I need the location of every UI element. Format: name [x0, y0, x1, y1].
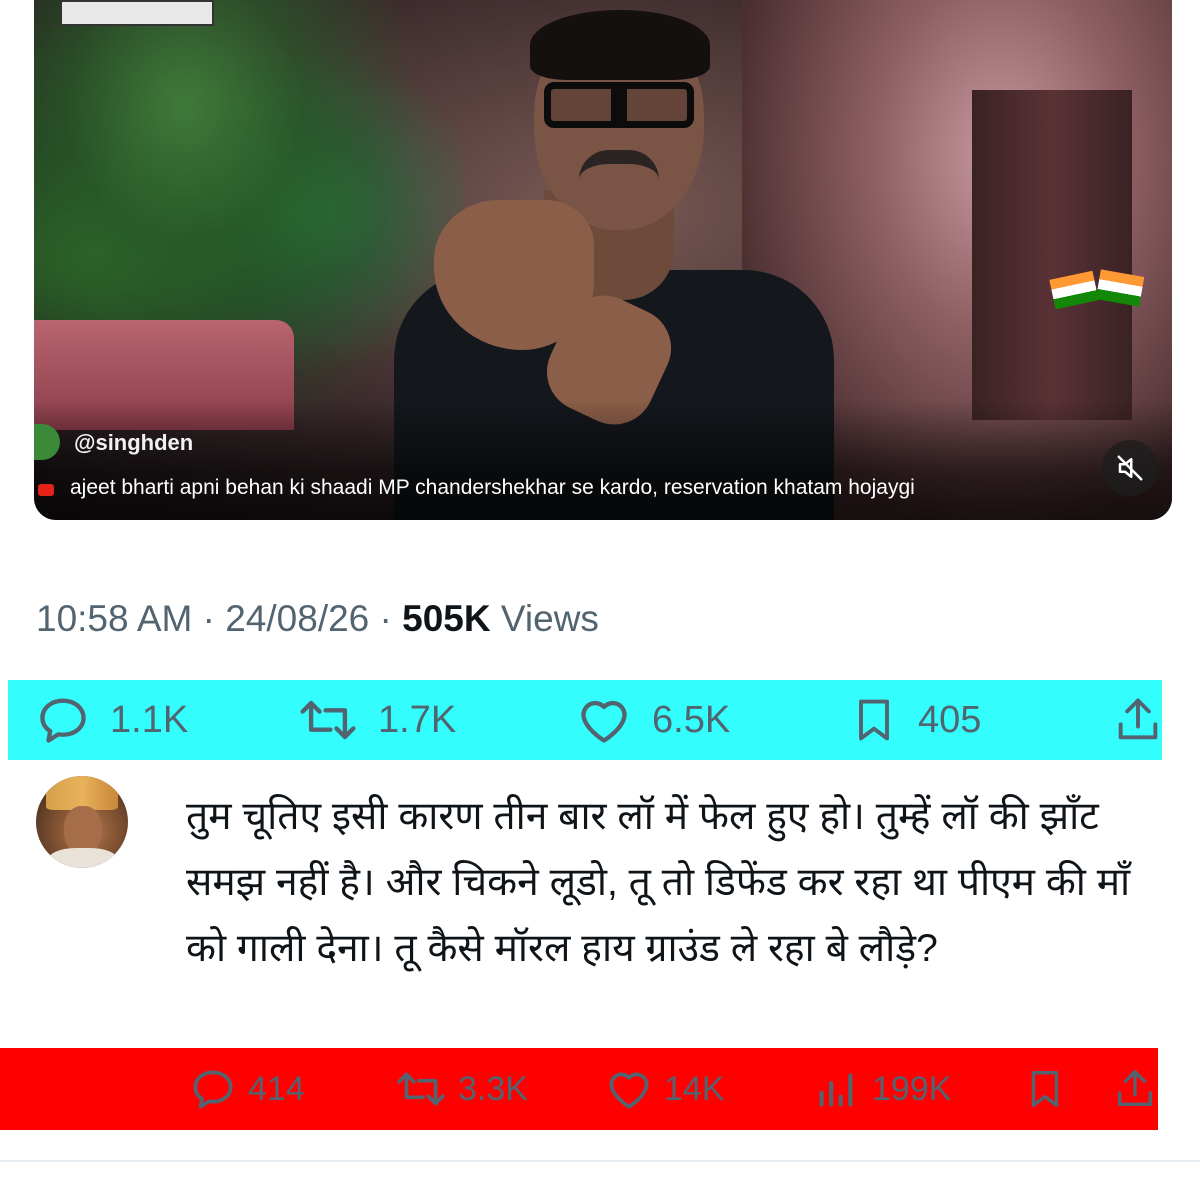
reply-button[interactable]: 1.1K — [34, 680, 188, 760]
tweet-timestamp-row: 10:58 AM · 24/08/26 · 505K Views — [36, 598, 599, 640]
views-count: 505K — [402, 598, 491, 639]
youtube-icon — [38, 484, 54, 496]
tweet-action-bar: 1.1K 1.7K 6.5K 405 — [8, 680, 1162, 760]
reply-icon — [193, 1070, 233, 1109]
reply-count: 414 — [248, 1069, 305, 1108]
reply-text: तुम चूतिए इसी कारण तीन बार लॉ में फेल हु… — [186, 795, 1131, 970]
retweet-button[interactable]: 1.7K — [296, 680, 456, 760]
share-icon — [1118, 698, 1158, 740]
views-count: 199K — [872, 1069, 952, 1108]
share-icon — [1117, 1070, 1153, 1107]
like-button[interactable]: 14K — [604, 1048, 725, 1130]
like-button[interactable]: 6.5K — [574, 680, 730, 760]
reply-icon — [40, 698, 86, 743]
retweet-count: 3.3K — [458, 1069, 528, 1108]
bookmark-icon — [859, 699, 889, 741]
retweet-button[interactable]: 3.3K — [394, 1048, 528, 1130]
reply-count: 1.1K — [110, 698, 189, 741]
bookmark-count: 405 — [918, 698, 982, 741]
tweet-date[interactable]: 24/08/26 — [225, 598, 369, 639]
heart-icon — [581, 700, 627, 743]
reply-avatar[interactable] — [36, 776, 128, 868]
meta-separator: · — [369, 598, 403, 639]
video-handle: @singhden — [74, 430, 194, 455]
video-caption-text: ajeet bharti apni behan ki shaadi MP cha… — [70, 476, 915, 499]
retweet-icon — [397, 1072, 445, 1106]
analytics-icon — [819, 1073, 853, 1107]
retweet-icon — [300, 700, 356, 740]
share-button[interactable] — [1112, 680, 1164, 760]
like-count: 14K — [664, 1069, 725, 1108]
reply-action-bar: 414 3.3K 14K 199K — [0, 1048, 1158, 1130]
video-player[interactable]: @singhden ajeet bharti apni behan ki sha… — [34, 0, 1172, 520]
india-flags-decoration — [1049, 255, 1145, 375]
qr-code-image — [60, 0, 214, 26]
meta-separator: · — [192, 598, 226, 639]
tweet-time[interactable]: 10:58 AM — [36, 598, 192, 639]
views-button[interactable]: 199K — [812, 1048, 951, 1130]
divider — [0, 1160, 1200, 1162]
bookmark-button[interactable]: 405 — [848, 680, 981, 760]
bookmark-button[interactable] — [1022, 1048, 1068, 1130]
views-label: Views — [490, 598, 599, 639]
heart-icon — [609, 1072, 649, 1109]
reply-button[interactable]: 414 — [188, 1048, 305, 1130]
like-count: 6.5K — [652, 698, 731, 741]
video-caption-overlay — [34, 400, 1172, 520]
share-button[interactable] — [1112, 1048, 1158, 1130]
retweet-count: 1.7K — [378, 698, 457, 741]
muted-speaker-icon[interactable] — [1102, 440, 1158, 496]
bookmark-icon — [1031, 1070, 1059, 1108]
